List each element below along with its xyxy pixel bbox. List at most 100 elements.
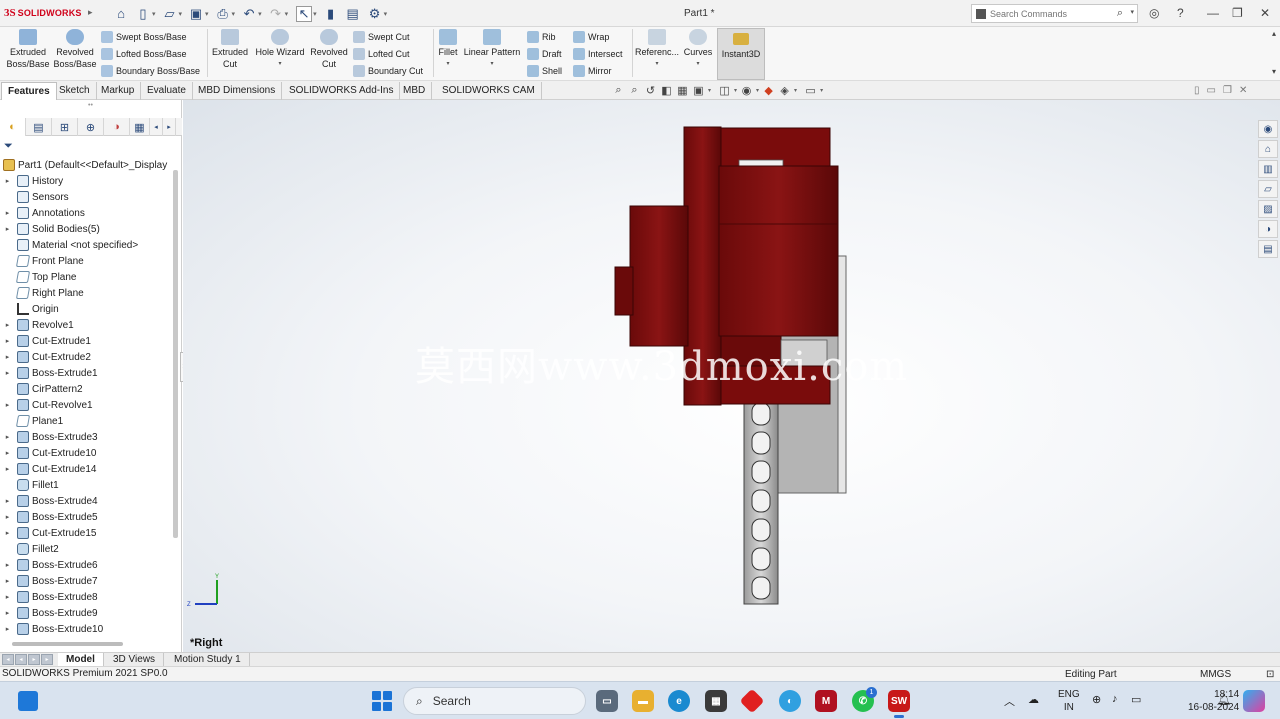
battery-icon[interactable]: ▭: [1131, 693, 1141, 706]
copilot-icon[interactable]: [1243, 690, 1265, 712]
tree-item[interactable]: Plane1: [0, 413, 172, 429]
system-clock[interactable]: 18:14 16-08-2024: [1188, 688, 1239, 714]
reference-geometry-dropdown-icon[interactable]: ▾: [635, 58, 679, 70]
redo-dropdown-icon[interactable]: ▾: [285, 10, 289, 18]
tab-3d-views[interactable]: 3D Views: [105, 653, 165, 667]
view-palette-icon[interactable]: ▱: [1258, 180, 1278, 198]
file-properties-icon[interactable]: ▤: [345, 6, 361, 22]
tree-item[interactable]: ▸ Boss-Extrude4: [0, 493, 172, 509]
doc-tile-icon[interactable]: ▯: [1194, 85, 1200, 96]
search-icon[interactable]: ⌕: [1117, 7, 1123, 20]
expand-arrow-icon[interactable]: ▸: [3, 625, 12, 633]
revolved-boss-button[interactable]: Revolved Boss/Base: [53, 29, 97, 70]
lofted-cut-button[interactable]: Lofted Cut: [353, 46, 410, 62]
curves-button[interactable]: Curves ▾: [682, 29, 714, 70]
weather-app-icon[interactable]: ◐: [779, 690, 801, 712]
view-settings-dropdown-icon[interactable]: ▾: [820, 87, 823, 94]
network-icon[interactable]: ⊕: [1092, 693, 1101, 706]
tree-root[interactable]: Part1 (Default<<Default>_Display: [0, 157, 172, 173]
undo-dropdown-icon[interactable]: ▾: [258, 10, 262, 18]
widgets-icon[interactable]: [18, 691, 38, 711]
tree-item[interactable]: ▸ Cut-Extrude15: [0, 525, 172, 541]
expand-arrow-icon[interactable]: ▸: [3, 561, 12, 569]
open-icon[interactable]: ▱: [162, 6, 178, 22]
boundary-cut-button[interactable]: Boundary Cut: [353, 63, 423, 79]
tab-solidworks-cam[interactable]: SOLIDWORKS CAM: [436, 82, 542, 100]
tree-vertical-scrollbar[interactable]: [173, 170, 178, 538]
custom-properties-icon[interactable]: ◑: [1258, 220, 1278, 238]
save-dropdown-icon[interactable]: ▾: [205, 10, 209, 18]
tree-item[interactable]: Material <not specified>: [0, 237, 172, 253]
show-hidden-icons[interactable]: ︿: [1004, 693, 1015, 709]
expand-arrow-icon[interactable]: ▸: [3, 609, 12, 617]
dimxpertmanager-tab-icon[interactable]: ⊕: [78, 118, 104, 136]
tab-solidworks-add-ins[interactable]: SOLIDWORKS Add-Ins: [283, 82, 401, 100]
rebuild-icon[interactable]: ▮: [323, 6, 339, 22]
notifications-icon[interactable]: 🔔︎: [1217, 693, 1231, 706]
tree-item[interactable]: ▸ Cut-Extrude10: [0, 445, 172, 461]
language-indicator[interactable]: ENG IN: [1058, 688, 1080, 714]
tree-item[interactable]: Origin: [0, 301, 172, 317]
tree-item[interactable]: Right Plane: [0, 285, 172, 301]
tree-item[interactable]: ▸ Cut-Revolve1: [0, 397, 172, 413]
instant3d-button[interactable]: Instant3D: [717, 28, 765, 80]
mcafee-icon[interactable]: M: [815, 690, 837, 712]
tree-item[interactable]: Top Plane: [0, 269, 172, 285]
expand-arrow-icon[interactable]: ▸: [3, 209, 12, 217]
section-view-icon[interactable]: ◧: [660, 84, 673, 97]
expand-arrow-icon[interactable]: ▸: [3, 513, 12, 521]
tab-evaluate[interactable]: Evaluate: [141, 82, 193, 100]
restore-icon[interactable]: ❐: [1232, 6, 1243, 20]
unit-system[interactable]: MMGS: [1200, 668, 1231, 682]
expand-arrow-icon[interactable]: ▸: [3, 321, 12, 329]
microsoft-store-icon[interactable]: ▦: [705, 690, 727, 712]
hide-show-items-icon[interactable]: ◉: [740, 84, 753, 97]
zoom-to-area-icon[interactable]: ⌕: [628, 84, 641, 97]
redo-icon[interactable]: ↷: [268, 6, 284, 22]
tab-features[interactable]: Features: [1, 82, 57, 100]
tree-item[interactable]: ▸ Boss-Extrude6: [0, 557, 172, 573]
menu-expand-icon[interactable]: ▸: [88, 7, 93, 18]
hide-show-dropdown-icon[interactable]: ▾: [756, 87, 759, 94]
tabs-scroll-right-icon[interactable]: ▸: [163, 118, 176, 136]
solidworks-app-icon[interactable]: SW: [888, 690, 910, 718]
tab-model[interactable]: Model: [58, 653, 104, 667]
file-explorer-icon[interactable]: ▥: [1258, 160, 1278, 178]
featuremanager-tab-icon[interactable]: ◐: [0, 118, 26, 136]
volume-icon[interactable]: ♪: [1112, 693, 1118, 705]
boundary-boss-button[interactable]: Boundary Boss/Base: [101, 63, 200, 79]
start-button[interactable]: [372, 691, 392, 711]
select-icon[interactable]: ↖: [296, 5, 313, 22]
view-orientation-icon[interactable]: ▣: [692, 84, 705, 97]
draft-button[interactable]: Draft: [527, 46, 562, 62]
tab-motion-study-1[interactable]: Motion Study 1: [166, 653, 250, 667]
tree-item[interactable]: ▸ Boss-Extrude5: [0, 509, 172, 525]
shell-button[interactable]: Shell: [527, 63, 562, 79]
displaymanager-tab-icon[interactable]: ◑: [104, 118, 130, 136]
print-icon[interactable]: ⎙: [215, 6, 231, 22]
first-tab-icon[interactable]: ◂: [2, 654, 14, 665]
options-icon[interactable]: ⚙: [367, 6, 383, 22]
expand-arrow-icon[interactable]: ▸: [3, 465, 12, 473]
expand-arrow-icon[interactable]: ▸: [3, 497, 12, 505]
expand-arrow-icon[interactable]: ▸: [3, 449, 12, 457]
graphics-area[interactable]: 莫西网www.3dmoxi.com Y Z *Right: [183, 100, 1280, 652]
tab-mbd-dimensions[interactable]: MBD Dimensions: [192, 82, 283, 100]
next-tab-icon[interactable]: ▸: [28, 654, 40, 665]
expand-down-icon[interactable]: ▾: [1272, 67, 1276, 76]
onedrive-icon[interactable]: ☁: [1028, 693, 1039, 706]
taskbar-search[interactable]: ⌕ Search: [403, 687, 586, 715]
expand-arrow-icon[interactable]: ▸: [3, 225, 12, 233]
expand-arrow-icon[interactable]: ▸: [3, 337, 12, 345]
linear-pattern-button[interactable]: Linear Pattern ▾: [463, 29, 521, 70]
close-icon[interactable]: ✕: [1260, 6, 1270, 20]
configurationmanager-tab-icon[interactable]: ⊞: [52, 118, 78, 136]
rib-button[interactable]: Rib: [527, 29, 556, 45]
doc-close-icon[interactable]: ✕: [1239, 85, 1247, 96]
tree-item[interactable]: ▸ Cut-Extrude14: [0, 461, 172, 477]
anydesk-icon[interactable]: [739, 688, 765, 714]
appearances-scenes-icon[interactable]: ▨: [1258, 200, 1278, 218]
hole-wizard-button[interactable]: Hole Wizard ▾: [254, 29, 306, 70]
task-view-icon[interactable]: ▭: [596, 690, 618, 712]
panel-grip-icon[interactable]: ••: [88, 102, 93, 109]
